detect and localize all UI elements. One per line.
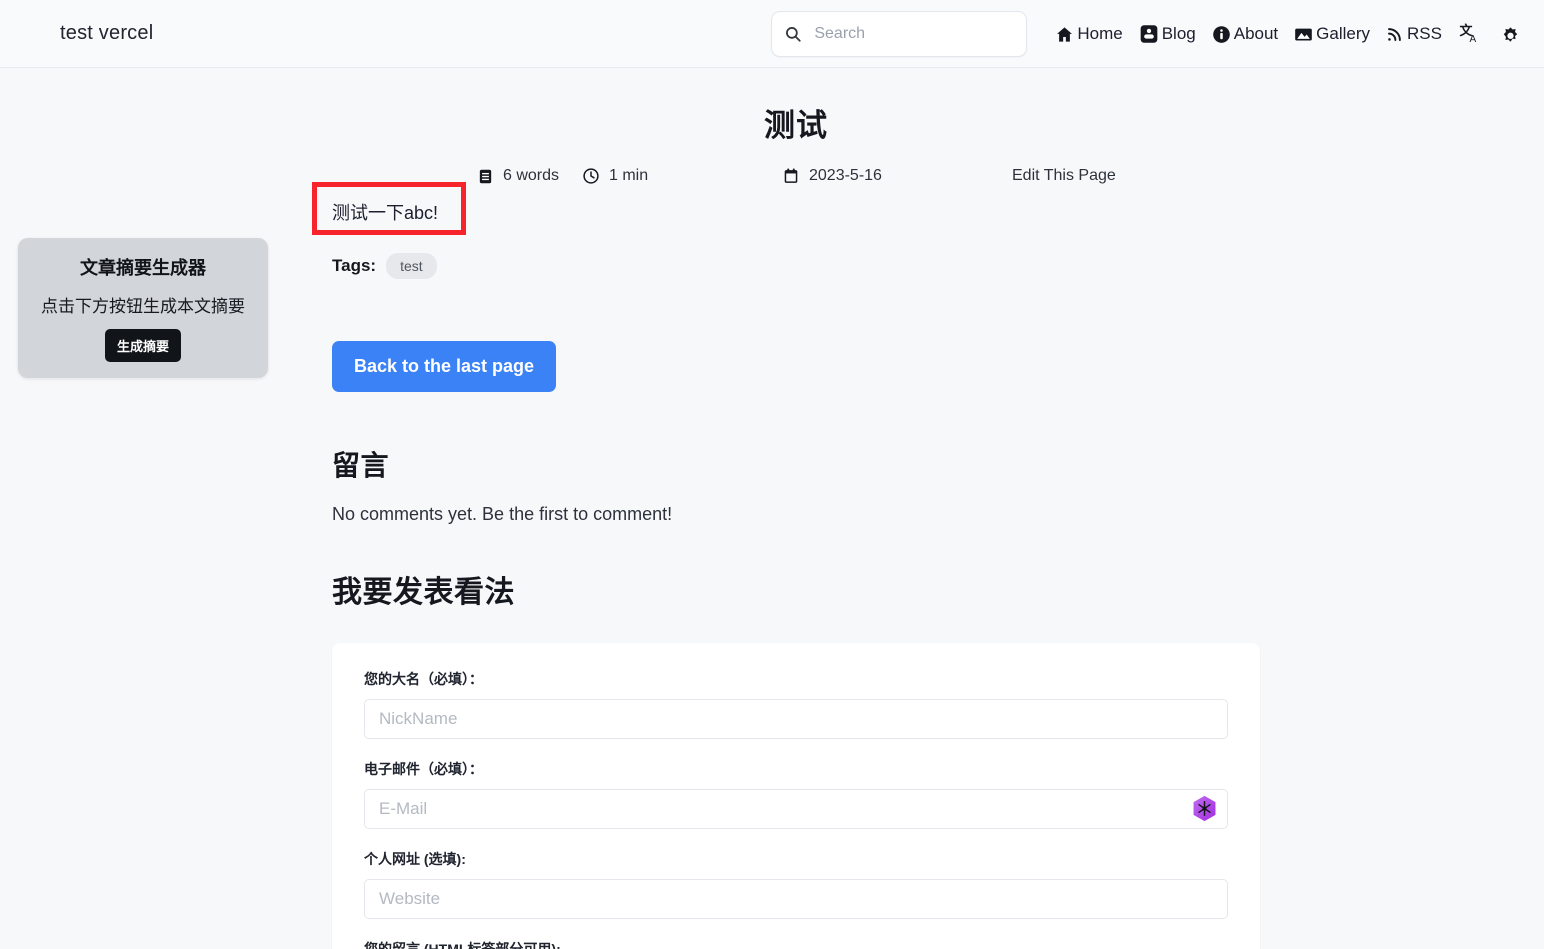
- email-input-wrapper: [364, 789, 1228, 829]
- message-label: 您的留言 (HTML标签部分可用):: [364, 941, 561, 949]
- message-field-block: 您的留言 (HTML标签部分可用):: [364, 939, 1228, 949]
- nav-item-gallery[interactable]: Gallery: [1286, 20, 1378, 48]
- post-body-text: 测试一下abc!: [332, 203, 439, 223]
- search-input[interactable]: [812, 24, 1015, 44]
- rss-icon: [1386, 25, 1404, 43]
- nav-label-blog: Blog: [1161, 24, 1196, 43]
- back-to-last-page-button[interactable]: Back to the last page: [332, 341, 557, 392]
- read-time-meta: 1 min: [582, 167, 782, 185]
- nav-label-gallery: Gallery: [1316, 24, 1371, 43]
- tags-label: Tags:: [332, 256, 377, 275]
- post-meta-row: 6 words 1 min 2023-5-16 Edit This Page: [332, 167, 1260, 185]
- comment-form-heading: 我要发表看法: [332, 576, 515, 609]
- search-box[interactable]: [771, 11, 1028, 57]
- nav-item-rss[interactable]: RSS: [1378, 20, 1450, 48]
- word-count-meta: 6 words: [332, 167, 582, 185]
- page-content: 文章摘要生成器 点击下方按钮生成本文摘要 生成摘要 测试 6 words 1 m…: [0, 68, 1544, 949]
- word-count-text: 6 words: [503, 167, 560, 184]
- main-column: 测试 6 words 1 min 2023-5-16 Edit This Pag…: [312, 68, 1260, 949]
- nav-item-home[interactable]: Home: [1047, 20, 1130, 48]
- nav-right-group: Home Blog About: [771, 11, 1530, 57]
- top-navigation-bar: test vercel Home B: [0, 0, 1544, 68]
- website-field-block: 个人网址 (选填):: [364, 849, 1228, 919]
- edit-this-page-link[interactable]: Edit This Page: [1012, 167, 1116, 185]
- page-title: 测试: [764, 108, 828, 143]
- post-body: 测试一下abc!: [312, 182, 1260, 235]
- blog-icon: [1139, 24, 1159, 44]
- nav-label-rss: RSS: [1407, 24, 1442, 43]
- svg-text:A: A: [1470, 34, 1477, 45]
- email-input[interactable]: [364, 789, 1228, 829]
- translate-icon: 文 A: [1459, 23, 1482, 46]
- nav-item-language[interactable]: 文 A: [1450, 19, 1491, 50]
- nav-item-about[interactable]: About: [1204, 20, 1286, 48]
- info-icon: [1212, 25, 1231, 44]
- email-label: 电子邮件（必填）：: [364, 761, 483, 777]
- summary-card-description: 点击下方按钮生成本文摘要: [41, 297, 245, 316]
- publish-date-text: 2023-5-16: [809, 167, 882, 184]
- read-time-text: 1 min: [609, 167, 649, 184]
- site-brand[interactable]: test vercel: [60, 22, 153, 45]
- clock-icon: [582, 167, 600, 185]
- document-icon: [477, 168, 494, 185]
- nav-item-theme-toggle[interactable]: [1491, 20, 1530, 49]
- nav-item-blog[interactable]: Blog: [1131, 20, 1204, 48]
- article-summary-card: 文章摘要生成器 点击下方按钮生成本文摘要 生成摘要: [18, 238, 268, 378]
- email-field-block: 电子邮件（必填）：: [364, 759, 1228, 829]
- website-input[interactable]: [364, 879, 1228, 919]
- comment-form-card: 您的大名（必填）： 电子邮件（必填）：: [332, 643, 1260, 949]
- generate-summary-button[interactable]: 生成摘要: [104, 329, 181, 362]
- summary-card-title: 文章摘要生成器: [80, 258, 206, 278]
- no-comments-text: No comments yet. Be the first to comment…: [332, 504, 673, 524]
- nav-label-about: About: [1233, 24, 1279, 43]
- nav-label-home: Home: [1077, 24, 1123, 43]
- home-icon: [1055, 25, 1074, 44]
- publish-date-meta: 2023-5-16: [782, 167, 1012, 185]
- nickname-field-block: 您的大名（必填）：: [364, 669, 1228, 739]
- comments-heading: 留言: [332, 450, 390, 481]
- website-label: 个人网址 (选填):: [364, 851, 466, 867]
- search-icon: [784, 25, 802, 43]
- avatar-identicon-icon[interactable]: [1191, 795, 1218, 822]
- tag-chip[interactable]: test: [386, 253, 437, 279]
- image-icon: [1294, 25, 1313, 44]
- tags-row: Tags: test: [332, 253, 1260, 279]
- calendar-icon: [782, 167, 800, 185]
- nickname-input[interactable]: [364, 699, 1228, 739]
- theme-toggle-icon: [1500, 24, 1521, 45]
- nickname-label: 您的大名（必填）：: [364, 671, 483, 687]
